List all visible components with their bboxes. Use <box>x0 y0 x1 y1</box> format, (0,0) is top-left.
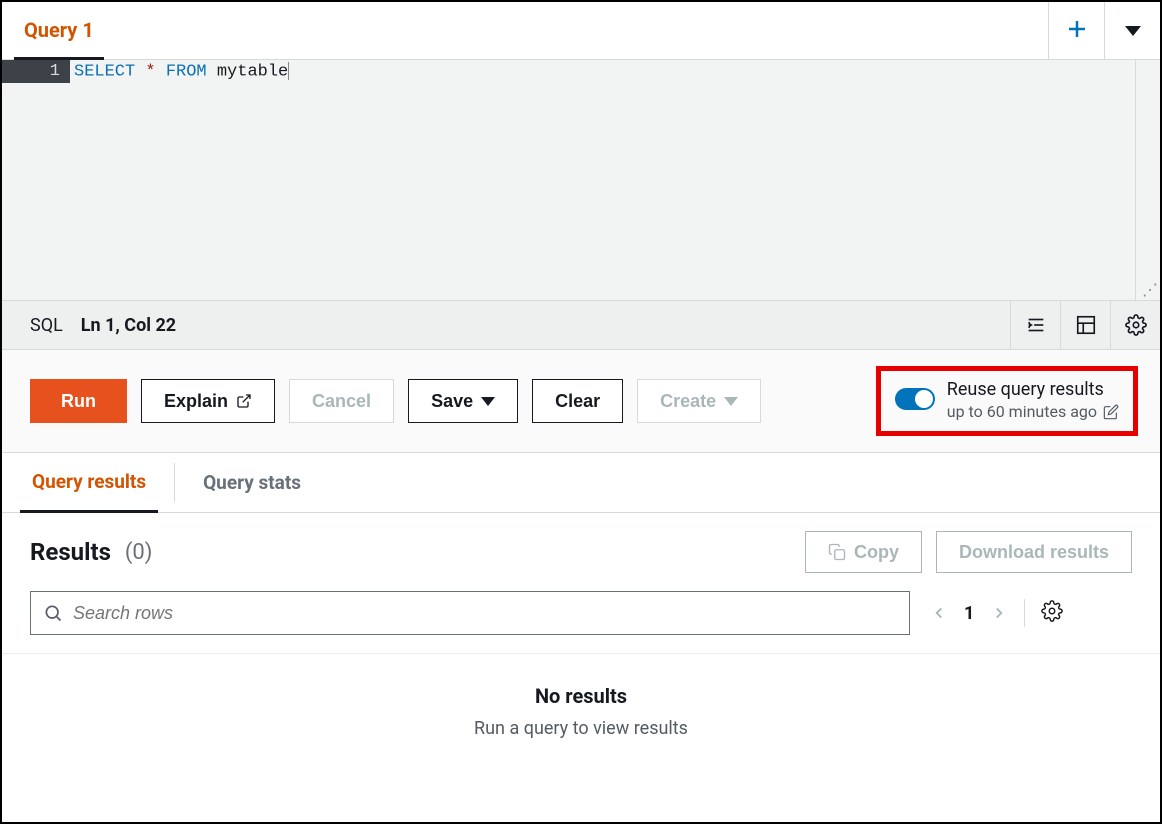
results-title: Results <box>30 538 111 566</box>
copy-icon <box>828 543 846 561</box>
chevron-right-icon[interactable] <box>990 604 1008 622</box>
reuse-label: Reuse query results <box>947 377 1119 402</box>
empty-title: No results <box>2 684 1160 708</box>
results-count: (0) <box>125 540 153 565</box>
query-tab-bar: Query 1 <box>2 2 1160 60</box>
caret-down-icon <box>481 397 495 406</box>
layout-button[interactable] <box>1060 300 1110 350</box>
divider <box>174 463 175 502</box>
tab-query-results[interactable]: Query results <box>20 453 158 513</box>
explain-button[interactable]: Explain <box>141 379 275 423</box>
format-icon <box>1025 314 1047 336</box>
action-bar: Run Explain Cancel Save Clear Create Reu… <box>2 350 1160 453</box>
run-label: Run <box>61 391 96 412</box>
cursor-position: Ln 1, Col 22 <box>81 315 176 336</box>
clear-label: Clear <box>555 391 600 412</box>
sql-operator: * <box>145 62 155 81</box>
plus-icon <box>1065 17 1089 45</box>
reuse-sublabel: up to 60 minutes ago <box>947 402 1119 421</box>
resize-handle[interactable]: ⋰ <box>1142 282 1158 298</box>
sql-editor[interactable]: 1 SELECT * FROM mytable ⋰ <box>2 60 1160 300</box>
create-label: Create <box>660 391 716 412</box>
save-label: Save <box>431 391 473 412</box>
tab-label: Query results <box>32 470 146 493</box>
cancel-label: Cancel <box>312 391 371 412</box>
tab-query-stats[interactable]: Query stats <box>191 453 313 512</box>
results-toolbar: 1 <box>2 583 1160 654</box>
sql-identifier: mytable <box>217 62 288 81</box>
empty-subtitle: Run a query to view results <box>2 718 1160 739</box>
layout-icon <box>1075 314 1097 336</box>
editor-status-bar: SQL Ln 1, Col 22 <box>2 300 1160 350</box>
gear-icon <box>1125 314 1147 336</box>
download-label: Download results <box>959 542 1109 563</box>
tab-query-1[interactable]: Query 1 <box>14 2 104 60</box>
save-button[interactable]: Save <box>408 379 518 423</box>
edit-icon[interactable] <box>1103 404 1119 420</box>
copy-button[interactable]: Copy <box>805 531 922 573</box>
reuse-sub-text: up to 60 minutes ago <box>947 402 1097 421</box>
search-input[interactable] <box>73 603 897 624</box>
run-button[interactable]: Run <box>30 379 127 423</box>
search-rows-box[interactable] <box>30 591 910 635</box>
copy-label: Copy <box>854 542 899 563</box>
results-settings-button[interactable] <box>1041 600 1063 626</box>
sql-keyword: SELECT <box>74 62 135 81</box>
editor-code[interactable]: SELECT * FROM mytable <box>70 60 1136 300</box>
editor-language: SQL <box>30 315 63 336</box>
tab-label: Query 1 <box>24 18 94 42</box>
tab-label: Query stats <box>203 471 301 494</box>
caret-down-icon <box>724 397 738 406</box>
results-empty-state: No results Run a query to view results <box>2 654 1160 779</box>
divider <box>1024 599 1025 627</box>
editor-gutter: 1 <box>2 60 70 300</box>
download-results-button[interactable]: Download results <box>936 531 1132 573</box>
format-button[interactable] <box>1010 300 1060 350</box>
reuse-toggle[interactable] <box>895 388 935 410</box>
gear-icon <box>1041 600 1063 622</box>
tab-menu-button[interactable] <box>1104 2 1160 59</box>
editor-settings-button[interactable] <box>1110 300 1160 350</box>
chevron-left-icon[interactable] <box>930 604 948 622</box>
external-link-icon <box>236 393 252 409</box>
caret-down-icon <box>1125 26 1141 36</box>
line-number: 1 <box>2 60 70 83</box>
create-button[interactable]: Create <box>637 379 761 423</box>
sql-keyword: FROM <box>166 62 207 81</box>
results-tab-bar: Query results Query stats <box>2 453 1160 513</box>
explain-label: Explain <box>164 391 228 412</box>
pagination: 1 <box>930 599 1063 627</box>
results-header: Results (0) Copy Download results <box>2 513 1160 583</box>
cancel-button[interactable]: Cancel <box>289 379 394 423</box>
page-number: 1 <box>964 603 974 624</box>
clear-button[interactable]: Clear <box>532 379 623 423</box>
search-icon <box>43 603 63 623</box>
new-tab-button[interactable] <box>1048 2 1104 59</box>
reuse-results-panel: Reuse query results up to 60 minutes ago <box>876 366 1138 436</box>
